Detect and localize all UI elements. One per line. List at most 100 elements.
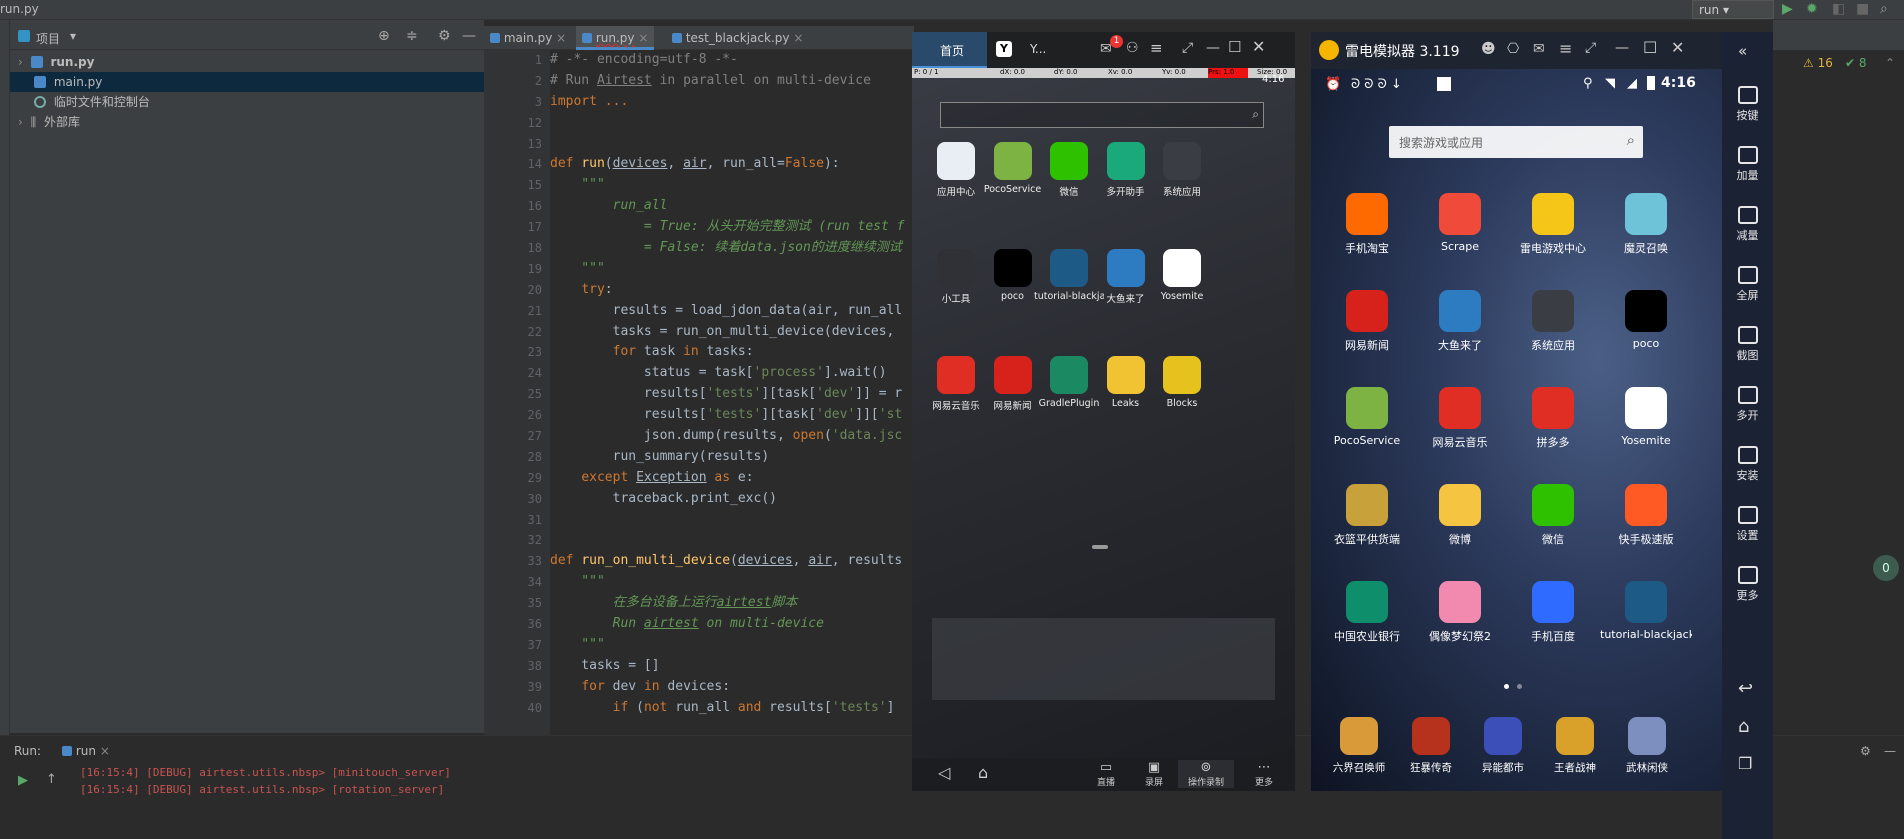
mail-icon[interactable]: ✉ xyxy=(1533,41,1545,57)
sidebar-button[interactable]: 加量 xyxy=(1722,140,1773,200)
game-icon xyxy=(1625,581,1667,623)
sidebar-button[interactable]: 全屏 xyxy=(1722,260,1773,320)
dock-app-tile[interactable]: 六界召唤师 xyxy=(1323,717,1395,775)
maximize-icon[interactable]: ☐ xyxy=(1228,38,1241,56)
app-icon-tile[interactable]: 网易新闻 xyxy=(1321,290,1413,353)
dock-app-tile[interactable]: 武林闲侠 xyxy=(1611,717,1683,775)
collapse-icon[interactable]: ≑ xyxy=(406,28,418,44)
resize-icon[interactable]: ⤢ xyxy=(1585,40,1596,56)
collapse-sidebar-icon[interactable]: « xyxy=(1738,42,1747,60)
chevron-down-icon[interactable]: ▾ xyxy=(70,29,76,43)
home-icon[interactable]: ⌂ xyxy=(978,763,988,782)
app-icon-tile[interactable]: 魔灵召唤 xyxy=(1600,193,1692,256)
back-icon[interactable]: ↩ xyxy=(1738,678,1753,699)
resize-icon[interactable]: ⤢ xyxy=(1182,40,1193,56)
close-icon[interactable]: ✕ xyxy=(1671,38,1684,57)
dock-app-tile[interactable]: 狂暴传奇 xyxy=(1395,717,1467,775)
dock-app-tile[interactable]: 王者战神 xyxy=(1539,717,1611,775)
close-icon[interactable]: × xyxy=(100,744,110,758)
gear-icon[interactable]: ⚙ xyxy=(1860,744,1871,758)
warning-icon[interactable]: ⚠ 16 xyxy=(1803,56,1833,70)
run-tab[interactable]: run × xyxy=(62,744,110,758)
app-icon-tile[interactable]: 网易云音乐 xyxy=(1414,387,1506,450)
menu-icon[interactable]: ≡ xyxy=(1559,39,1572,58)
close-icon[interactable]: × xyxy=(638,31,648,45)
app-icon-tile[interactable]: 手机淘宝 xyxy=(1321,193,1413,256)
menu-icon[interactable]: ≡ xyxy=(1150,39,1163,57)
app-icon-tile[interactable]: 偶像梦幻祭2 xyxy=(1414,581,1506,644)
app-icon-tile[interactable]: 衣篮平供货端 xyxy=(1321,484,1413,547)
tree-item-main-py[interactable]: main.py xyxy=(10,72,484,92)
search-input[interactable]: 搜索游戏或应用 ⌕ xyxy=(1389,126,1643,158)
app-icon-tile[interactable]: 微信 xyxy=(1507,484,1599,547)
run-icon[interactable]: ▶ xyxy=(1782,1,1793,17)
app-icon-tile[interactable]: 雷电游戏中心 xyxy=(1507,193,1599,256)
chevron-up-icon[interactable]: ⌃ xyxy=(1885,56,1895,70)
sidebar-button[interactable]: 多开 xyxy=(1722,380,1773,440)
hide-icon[interactable]: — xyxy=(1884,744,1896,758)
app-icon-tile[interactable]: poco xyxy=(1600,290,1692,350)
sidebar-button[interactable]: 截图 xyxy=(1722,320,1773,380)
tree-item-run-py[interactable]: › run.py xyxy=(10,52,484,72)
avatar-icon[interactable]: ☻ xyxy=(1481,41,1496,57)
locate-icon[interactable]: ⊕ xyxy=(378,28,390,44)
tab-run-py[interactable]: run.py × xyxy=(576,26,655,50)
search-input[interactable]: ⌕ xyxy=(940,102,1264,128)
gear-icon[interactable]: ⚙ xyxy=(438,28,451,44)
project-header-label[interactable]: 项目 xyxy=(36,30,60,47)
close-icon[interactable]: × xyxy=(793,31,803,45)
app-icon-tile[interactable]: Blocks xyxy=(1147,356,1217,409)
dock-app-tile[interactable]: 异能都市 xyxy=(1467,717,1539,775)
app-icon-tile[interactable]: PocoService xyxy=(1321,387,1413,447)
tab-main-py[interactable]: main.py × xyxy=(484,26,572,50)
app-icon-tile[interactable]: 系统应用 xyxy=(1147,142,1217,198)
check-icon[interactable]: ✔ 8 xyxy=(1845,56,1867,70)
app-icon-tile[interactable]: tutorial-blackjack xyxy=(1600,581,1692,641)
macro-record-button[interactable]: ⊚ 操作录制 xyxy=(1178,760,1234,788)
app-icon-tile[interactable]: Yosemite xyxy=(1600,387,1692,447)
recent-apps-icon[interactable]: ❐ xyxy=(1738,754,1752,773)
close-icon[interactable]: ✕ xyxy=(1252,37,1265,56)
debug-icon[interactable]: ✹ xyxy=(1806,1,1818,17)
app-icon-tile[interactable]: Yosemite xyxy=(1147,249,1217,302)
arrow-up-icon[interactable]: ↑ xyxy=(46,772,57,787)
tab-home[interactable]: 首页 xyxy=(912,32,987,68)
search-everywhere-icon[interactable]: ⌕ xyxy=(1880,1,1888,17)
back-icon[interactable]: ◁ xyxy=(938,763,950,782)
run-config-select[interactable]: run ▾ xyxy=(1692,0,1774,19)
coverage-icon[interactable]: ◧ xyxy=(1832,1,1845,17)
app-icon-tile[interactable]: 中国农业银行 xyxy=(1321,581,1413,644)
tree-item-external-libs[interactable]: › ⫼ 外部库 xyxy=(10,112,484,132)
float-badge[interactable]: 0 xyxy=(1873,555,1899,581)
tab-yosemite[interactable]: Y... xyxy=(1030,42,1046,56)
python-file-icon xyxy=(672,33,682,43)
gamepad-icon[interactable]: ⎔ xyxy=(1507,41,1519,57)
minimize-icon[interactable]: — xyxy=(1615,40,1629,56)
app-icon-tile[interactable]: 手机百度 xyxy=(1507,581,1599,644)
tab-test-blackjack-py[interactable]: test_blackjack.py × xyxy=(666,26,809,50)
close-icon[interactable]: × xyxy=(556,31,566,45)
rerun-icon[interactable]: ▶ xyxy=(18,773,28,788)
app-icon-tile[interactable]: 快手极速版 xyxy=(1600,484,1692,547)
live-button[interactable]: ▭ 直播 xyxy=(1088,760,1124,788)
minimize-icon[interactable]: — xyxy=(1206,40,1220,56)
sidebar-button[interactable]: 设置 xyxy=(1722,500,1773,560)
app-icon-tile[interactable]: 微博 xyxy=(1414,484,1506,547)
record-screen-button[interactable]: ▣ 录屏 xyxy=(1136,760,1172,788)
app-icon-tile[interactable]: 系统应用 xyxy=(1507,290,1599,353)
hide-icon[interactable]: — xyxy=(462,28,476,44)
more-button[interactable]: ⋯ 更多 xyxy=(1246,760,1282,788)
stop-icon[interactable]: ■ xyxy=(1856,1,1869,17)
tree-item-scratches[interactable]: 临时文件和控制台 xyxy=(10,92,484,112)
home-icon[interactable]: ⌂ xyxy=(1738,716,1749,737)
code-editor[interactable]: # -*- encoding=utf-8 -*- # Run Airtest in… xyxy=(550,50,912,735)
app-icon-tile[interactable]: 拼多多 xyxy=(1507,387,1599,450)
maximize-icon[interactable]: ☐ xyxy=(1643,38,1657,57)
sidebar-button[interactable]: 安装 xyxy=(1722,440,1773,500)
app-icon-tile[interactable]: Scrape xyxy=(1414,193,1506,253)
sidebar-button[interactable]: 减量 xyxy=(1722,200,1773,260)
sidebar-button[interactable]: 按键 xyxy=(1722,80,1773,140)
app-icon-tile[interactable]: 大鱼来了 xyxy=(1414,290,1506,353)
sidebar-button[interactable]: 更多 xyxy=(1722,560,1773,620)
user-icon[interactable]: ⚇ xyxy=(1126,40,1139,56)
